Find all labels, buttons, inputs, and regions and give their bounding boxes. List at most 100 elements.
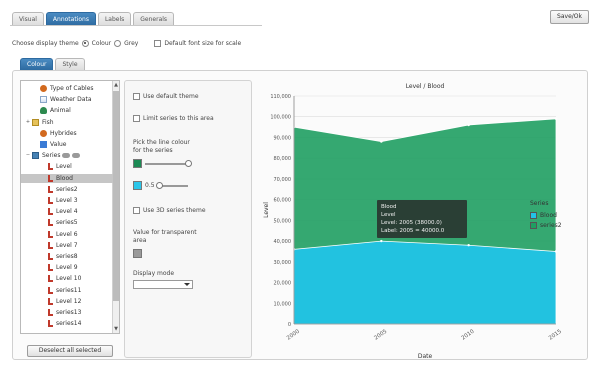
default-theme-label: Use default theme [143, 93, 199, 100]
tree-item[interactable]: Hybrides [21, 129, 113, 138]
tree-item-label: Level [56, 163, 72, 171]
toggle-pill-icon[interactable] [62, 153, 71, 159]
tree-item[interactable]: series5 [21, 218, 113, 227]
chart-icon [48, 197, 53, 204]
slider-knob[interactable] [155, 181, 163, 189]
tab-labels[interactable]: Labels [97, 12, 132, 26]
tree-item-label: Weather Data [50, 96, 92, 104]
scroll-down-icon[interactable]: ▼ [113, 325, 119, 333]
tree-item-label: series5 [56, 219, 78, 227]
tree-item[interactable]: series11 [21, 286, 113, 295]
settings-panel: Use default theme Limit series to this a… [124, 80, 252, 358]
grey-radio[interactable] [114, 39, 122, 47]
series-area-blood [293, 240, 557, 325]
collapse-icon[interactable]: − [25, 151, 31, 160]
tree-item[interactable]: series8 [21, 252, 113, 261]
tree-item[interactable]: series13 [21, 308, 113, 317]
tab-generals[interactable]: Generals [133, 12, 175, 26]
bird-icon [40, 129, 47, 137]
chart-icon [48, 253, 53, 260]
tree-item[interactable]: Value [21, 140, 113, 149]
tree-item[interactable]: Weather Data [21, 95, 113, 104]
tree-item-label: series13 [56, 309, 82, 316]
limit-area-checkbox[interactable] [133, 115, 140, 122]
tab-annotations[interactable]: Annotations [45, 12, 96, 26]
tree-item[interactable]: Level 9 [21, 263, 113, 272]
slider-knob[interactable] [185, 159, 192, 167]
tree-item-label: Hybrides [50, 129, 77, 137]
colour-radio[interactable] [81, 39, 89, 47]
legend-label: Blood [540, 211, 557, 219]
person-icon [40, 107, 47, 115]
chart-icon [48, 320, 53, 328]
y-tick-label: 30,000 [274, 260, 292, 266]
tree-item-label: Level 4 [56, 208, 78, 216]
chart-icon [48, 241, 53, 249]
scroll-up-icon[interactable]: ▲ [113, 81, 119, 89]
save-button[interactable]: Save/Ok [550, 10, 589, 24]
x-tick-label: 2000 [286, 328, 301, 341]
tree-item[interactable]: Level 10 [21, 274, 113, 283]
tree-scrollbar[interactable]: ▲ ▼ [112, 81, 119, 333]
line-colour-swatch[interactable] [133, 159, 142, 168]
data-point [554, 250, 558, 253]
tree-item[interactable]: series14 [21, 319, 113, 328]
3d-theme-checkbox[interactable] [133, 207, 140, 214]
x-tick-label: 2015 [548, 328, 563, 341]
tree-item[interactable]: Level 7 [21, 241, 113, 250]
folder-icon [32, 118, 39, 126]
theme-label: Choose display theme [12, 39, 79, 47]
expand-icon[interactable]: + [25, 118, 31, 127]
bar-icon [40, 141, 47, 148]
legend-item[interactable]: series2 [530, 220, 562, 230]
tab-visual[interactable]: Visual [12, 12, 44, 26]
chart-title: Level / Blood [406, 83, 445, 90]
transparent-swatch[interactable] [133, 249, 142, 258]
fill-colour-swatch[interactable] [133, 181, 142, 190]
tree-item[interactable]: series2 [21, 185, 113, 194]
bird-icon [40, 85, 47, 92]
y-tick-label: 0 [288, 322, 291, 328]
chevron-down-icon [184, 283, 190, 286]
legend-item[interactable]: Blood [530, 210, 562, 220]
tree-item[interactable]: Level 6 [21, 230, 113, 239]
tree-item-label: Level 10 [56, 275, 82, 283]
y-tick-label: 60,000 [274, 198, 292, 204]
scroll-thumb[interactable] [113, 91, 119, 301]
tree-item[interactable]: Level 3 [21, 196, 113, 205]
chart-icon [48, 174, 53, 182]
line-colour-slider[interactable] [145, 159, 192, 167]
deselect-all-button[interactable]: Deselect all selected [27, 345, 113, 357]
tree-item[interactable]: Level [21, 162, 113, 171]
tree-item[interactable]: Animal [21, 106, 113, 115]
default-theme-checkbox[interactable] [133, 93, 140, 100]
series-tree[interactable]: ▲ ▼ Type of Cables Weather Data Animal + Fis… [20, 80, 120, 334]
tree-item-label: series8 [56, 253, 78, 260]
tree-item[interactable]: Type of Cables [21, 84, 113, 93]
tooltip-line: Label: 2005 = 40000.0 [381, 228, 445, 234]
fill-slider[interactable] [155, 181, 188, 189]
legend-title: Series [530, 200, 549, 207]
chart-icon [48, 163, 53, 171]
tree-item[interactable]: − Series [21, 151, 113, 160]
subtab-colour[interactable]: Colour [20, 58, 54, 70]
y-axis-label: Level [263, 202, 270, 218]
font-size-label: Default font size for scale [164, 39, 242, 47]
subtab-style[interactable]: Style [55, 58, 85, 70]
tree-item[interactable]: Blood [21, 173, 113, 183]
legend-label: series2 [540, 221, 562, 229]
tree-item[interactable]: Level 12 [21, 297, 113, 306]
font-size-checkbox[interactable] [154, 39, 162, 47]
tree-item-label: Series [42, 152, 61, 160]
toggle-pill-icon[interactable] [72, 153, 81, 159]
tree-item[interactable]: Level 4 [21, 207, 113, 216]
tree-item-label: Value [50, 141, 67, 148]
x-tick-label: 2005 [373, 328, 388, 341]
display-mode-dropdown[interactable] [133, 280, 193, 289]
colour-label-1: Pick the line colour [133, 139, 190, 146]
tree-item-label: Animal [50, 107, 71, 115]
y-tick-label: 100,000 [270, 115, 291, 121]
chart-icon [48, 185, 53, 193]
tree-item[interactable]: + Fish [21, 118, 113, 127]
tree-item-label: Level 3 [56, 197, 78, 204]
